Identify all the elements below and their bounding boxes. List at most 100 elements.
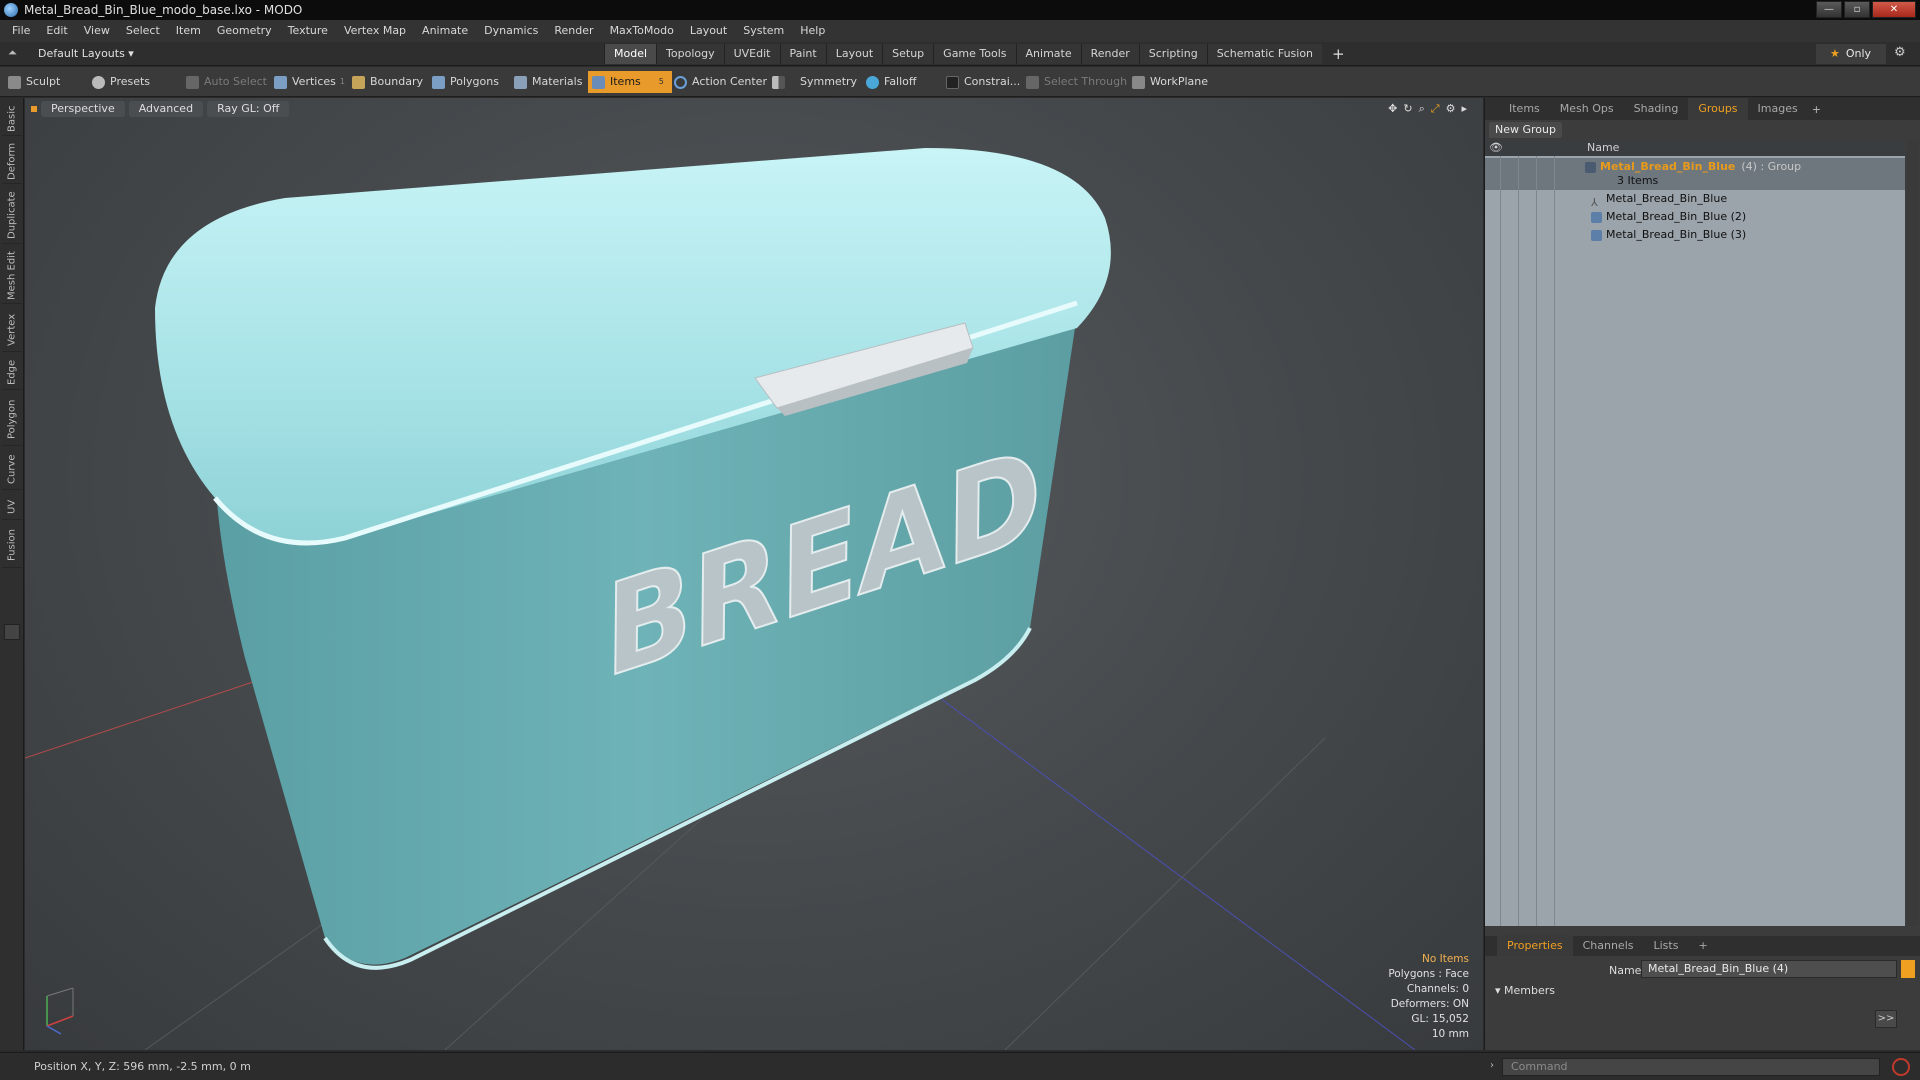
viewport-expand-icon[interactable]: ▸ xyxy=(1461,102,1467,116)
vtab-duplicate[interactable]: Duplicate xyxy=(2,188,22,244)
vtab-curve[interactable]: Curve xyxy=(2,450,22,490)
command-input[interactable]: Command xyxy=(1502,1058,1880,1076)
vtab-vertex[interactable]: Vertex xyxy=(2,308,22,352)
polygons-button[interactable]: Polygons xyxy=(432,71,499,93)
maximize-button[interactable]: ▫ xyxy=(1844,1,1870,18)
add-layout-tab-button[interactable]: + xyxy=(1332,44,1345,64)
auto-select-button[interactable]: Auto Select xyxy=(186,71,267,93)
tab-game-tools[interactable]: Game Tools xyxy=(933,44,1016,64)
viewport-advanced-tab[interactable]: Advanced xyxy=(128,101,204,117)
tab-topology[interactable]: Topology xyxy=(656,44,724,64)
menu-render[interactable]: Render xyxy=(546,20,601,42)
layout-bar: ⏶ Default Layouts ▾ Model Topology UVEdi… xyxy=(0,42,1920,66)
layouts-dropdown[interactable]: Default Layouts ▾ xyxy=(38,45,134,63)
vertices-button[interactable]: Vertices 1 xyxy=(274,71,345,93)
only-toggle[interactable]: ★ Only xyxy=(1816,44,1886,64)
add-properties-tab-button[interactable]: + xyxy=(1688,935,1717,957)
new-group-button[interactable]: New Group xyxy=(1489,122,1562,138)
action-center-button[interactable]: Action Center xyxy=(674,71,767,93)
menu-file[interactable]: File xyxy=(4,20,38,42)
vtab-basic[interactable]: Basic xyxy=(2,102,22,136)
tab-lists[interactable]: Lists xyxy=(1644,935,1689,957)
minimize-button[interactable]: — xyxy=(1816,1,1842,18)
menu-help[interactable]: Help xyxy=(792,20,833,42)
materials-button[interactable]: Materials xyxy=(514,71,582,93)
menu-texture[interactable]: Texture xyxy=(280,20,336,42)
add-panel-tab-button[interactable]: + xyxy=(1812,103,1821,116)
presets-button[interactable]: Presets xyxy=(92,71,150,93)
menu-view[interactable]: View xyxy=(76,20,118,42)
visibility-column[interactable] xyxy=(1485,140,1501,926)
lock-column[interactable] xyxy=(1521,140,1537,926)
tab-render[interactable]: Render xyxy=(1080,44,1139,64)
tab-mesh-ops[interactable]: Mesh Ops xyxy=(1550,98,1624,120)
tab-items[interactable]: Items xyxy=(1499,98,1550,120)
items-button[interactable]: Items 5 xyxy=(588,71,672,93)
boundary-button[interactable]: Boundary xyxy=(352,71,423,93)
vtab-uv[interactable]: UV xyxy=(2,494,22,520)
fit-view-icon[interactable]: ⤢ xyxy=(1431,102,1440,116)
menu-system[interactable]: System xyxy=(735,20,792,42)
tab-layout[interactable]: Layout xyxy=(825,44,883,64)
menu-layout[interactable]: Layout xyxy=(682,20,735,42)
menu-vertex-map[interactable]: Vertex Map xyxy=(336,20,414,42)
vtab-edge[interactable]: Edge xyxy=(2,356,22,390)
menu-animate[interactable]: Animate xyxy=(414,20,476,42)
viewport-settings-icon[interactable]: ⚙ xyxy=(1446,102,1456,116)
vtab-deform[interactable]: Deform xyxy=(2,140,22,184)
menu-maxtomodo[interactable]: MaxToModo xyxy=(602,20,682,42)
tab-setup[interactable]: Setup xyxy=(882,44,934,64)
constraints-button[interactable]: Constrai... xyxy=(946,71,1020,93)
command-execute-button[interactable] xyxy=(1892,1058,1910,1076)
tab-model[interactable]: Model xyxy=(604,44,657,64)
members-section[interactable]: ▾ Members xyxy=(1495,984,1555,997)
viewport-menu-dot[interactable] xyxy=(31,106,37,112)
vtab-fusion[interactable]: Fusion xyxy=(2,524,22,568)
group-name-field[interactable]: Metal_Bread_Bin_Blue (4) xyxy=(1641,960,1897,978)
zoom-view-icon[interactable]: ⌕ xyxy=(1419,102,1425,116)
tab-properties[interactable]: Properties xyxy=(1497,935,1573,957)
symmetry-button[interactable]: Symmetry xyxy=(772,71,857,93)
3d-viewport[interactable]: BREAD Perspective Advanced Ray GL: Off ✥… xyxy=(25,98,1483,1050)
name-column-header[interactable]: Name xyxy=(1587,141,1619,154)
viewport-raygl-tab[interactable]: Ray GL: Off xyxy=(207,101,290,117)
vtab-polygon[interactable]: Polygon xyxy=(2,394,22,446)
command-history-icon[interactable]: › xyxy=(1490,1060,1494,1071)
menu-edit[interactable]: Edit xyxy=(38,20,75,42)
move-view-icon[interactable]: ✥ xyxy=(1388,102,1397,116)
menu-item[interactable]: Item xyxy=(168,20,209,42)
select-column[interactable] xyxy=(1539,140,1555,926)
tab-uvedit[interactable]: UVEdit xyxy=(723,44,780,64)
vtab-mesh-edit[interactable]: Mesh Edit xyxy=(2,248,22,304)
layout-home-icon[interactable]: ⏶ xyxy=(8,46,22,60)
members-expand-button[interactable]: >> xyxy=(1875,1010,1897,1028)
workplane-button[interactable]: WorkPlane xyxy=(1132,71,1208,93)
groups-tree[interactable]: 👁 Name Metal_Bread_Bin_Blue (4) : Group … xyxy=(1485,140,1905,926)
gear-icon[interactable]: ⚙ xyxy=(1894,45,1906,60)
tab-channels[interactable]: Channels xyxy=(1573,935,1644,957)
close-button[interactable]: ✕ xyxy=(1872,1,1916,18)
action-center-label: Action Center xyxy=(692,75,767,88)
tab-paint[interactable]: Paint xyxy=(779,44,826,64)
rotate-view-icon[interactable]: ↻ xyxy=(1403,102,1412,116)
left-strip-toggle-button[interactable] xyxy=(4,624,20,640)
tree-scrollbar[interactable] xyxy=(1907,140,1919,926)
menu-select[interactable]: Select xyxy=(118,20,168,42)
tab-groups[interactable]: Groups xyxy=(1688,98,1748,120)
menu-dynamics[interactable]: Dynamics xyxy=(476,20,546,42)
select-through-button[interactable]: Select Through xyxy=(1026,71,1127,93)
tab-shading[interactable]: Shading xyxy=(1624,98,1689,120)
tab-scripting[interactable]: Scripting xyxy=(1138,44,1207,64)
tree-item-2[interactable]: Metal_Bread_Bin_Blue (2) xyxy=(1591,208,1746,226)
sculpt-button[interactable]: Sculpt xyxy=(8,71,60,93)
render-column[interactable] xyxy=(1503,140,1519,926)
menu-geometry[interactable]: Geometry xyxy=(209,20,280,42)
tree-item-1[interactable]: ⅄ Metal_Bread_Bin_Blue xyxy=(1591,190,1727,209)
group-color-swatch[interactable] xyxy=(1901,960,1915,978)
falloff-button[interactable]: Falloff xyxy=(866,71,916,93)
tab-animate[interactable]: Animate xyxy=(1015,44,1081,64)
tab-images[interactable]: Images xyxy=(1748,98,1808,120)
tree-item-3[interactable]: Metal_Bread_Bin_Blue (3) xyxy=(1591,226,1746,244)
tab-schematic-fusion[interactable]: Schematic Fusion xyxy=(1206,44,1323,64)
viewport-perspective-tab[interactable]: Perspective xyxy=(41,101,125,117)
